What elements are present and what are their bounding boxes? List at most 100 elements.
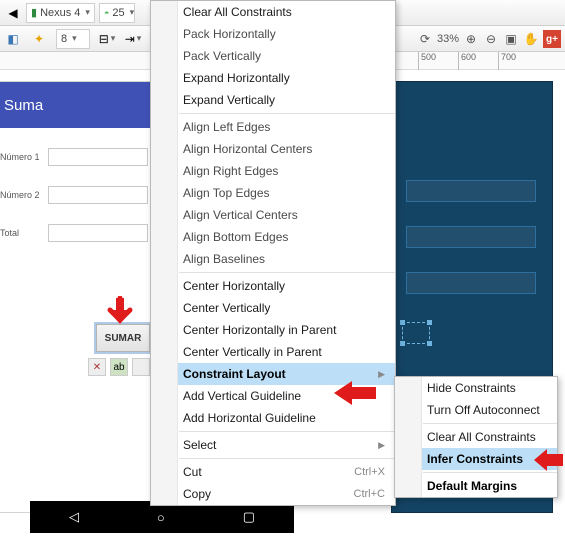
submenu-item[interactable]: ✦Infer Constraints	[395, 448, 557, 470]
menu-item[interactable]: ⇔ Center Horizontally in Parent	[151, 319, 395, 341]
menu-item-label: Add Vertical Guideline	[183, 389, 389, 403]
menu-item-icon: ⇔	[151, 319, 175, 341]
pan-icon[interactable]: ✋	[523, 31, 539, 47]
menu-item[interactable]: ⇥Pack Horizontally	[151, 23, 395, 45]
tool-baseline-icon[interactable]: ab	[110, 358, 128, 376]
infer-icon[interactable]: ✦	[30, 30, 48, 48]
label-numero1: Número 1	[0, 152, 44, 162]
bp-selected-button[interactable]	[402, 322, 430, 344]
form-row: Total	[0, 224, 148, 242]
menu-item-icon: ↕	[151, 89, 175, 111]
submenu-item-label: Turn Off Autoconnect	[427, 403, 551, 417]
refresh-icon[interactable]: ⟳	[417, 31, 433, 47]
menu-item-icon: ✂	[151, 461, 175, 483]
nav-recent-icon[interactable]: ▢	[243, 509, 255, 525]
menu-item-label: Center Horizontally in Parent	[183, 323, 389, 337]
menu-item-label: Align Vertical Centers	[183, 208, 389, 222]
menu-item-icon: ⊥	[151, 226, 175, 248]
menu-item-label: Align Horizontal Centers	[183, 142, 389, 156]
menu-item[interactable]: ⊐Align Right Edges	[151, 160, 395, 182]
menu-item-label: Expand Vertically	[183, 93, 389, 107]
api-label: 25	[112, 7, 124, 19]
back-icon[interactable]: ◀	[4, 4, 22, 22]
menu-item-label: Align Right Edges	[183, 164, 389, 178]
nav-back-icon[interactable]: ◁	[69, 509, 79, 525]
menu-item-label: Center Vertically	[183, 301, 389, 315]
input-numero2[interactable]	[48, 186, 148, 204]
align-dropdown-icon[interactable]: ⊟	[98, 30, 116, 48]
submenu-item[interactable]: 8Default Margins	[395, 475, 557, 497]
menu-item[interactable]: ✕Clear All Constraints	[151, 1, 395, 23]
context-menu: ✕Clear All Constraints⇥Pack Horizontally…	[150, 0, 396, 506]
menu-item-icon: ⇵	[151, 45, 175, 67]
submenu-item[interactable]: ✕Clear All Constraints	[395, 426, 557, 448]
menu-item-label: Center Vertically in Parent	[183, 345, 389, 359]
nav-home-icon[interactable]: ○	[157, 510, 165, 525]
ruler-tick: 600	[458, 52, 476, 70]
tool-chain-icon[interactable]	[132, 358, 150, 376]
menu-item-shortcut: Ctrl+X	[354, 466, 389, 478]
view-mode-icon[interactable]: ◧	[4, 30, 22, 48]
bp-field	[406, 180, 536, 202]
submenu-item[interactable]: 👁 Hide Constraints	[395, 377, 557, 399]
menu-item[interactable]: ↔ Expand Horizontally	[151, 67, 395, 89]
menu-item[interactable]: ⊏Align Left Edges	[151, 116, 395, 138]
menu-item[interactable]: ↕Center Vertically	[151, 297, 395, 319]
label-total: Total	[0, 228, 44, 238]
menu-item[interactable]: ↕ Expand Vertically	[151, 89, 395, 111]
phone-preview: Suma Número 1 Número 2 Total	[0, 82, 154, 512]
menu-item[interactable]: ↔Center Horizontally	[151, 275, 395, 297]
menu-item-label: Expand Horizontally	[183, 71, 389, 85]
submenu-item-label: Hide Constraints	[427, 381, 551, 395]
menu-item[interactable]: ⊥ Align Bottom Edges	[151, 226, 395, 248]
margin-selector[interactable]: 8	[56, 29, 90, 49]
menu-item-icon: ⇕	[151, 341, 175, 363]
input-total[interactable]	[48, 224, 148, 242]
submenu-item-icon: ⧲	[395, 399, 419, 421]
menu-item[interactable]: ┄Add Horizontal Guideline	[151, 407, 395, 429]
submenu-item[interactable]: ⧲ Turn Off Autoconnect	[395, 399, 557, 421]
menu-item-label: Clear All Constraints	[183, 5, 389, 19]
menu-item-icon: ↔	[151, 67, 175, 89]
menu-item[interactable]: ⇵ Pack Vertically	[151, 45, 395, 67]
menu-item[interactable]: ⊟Align Horizontal Centers	[151, 138, 395, 160]
menu-item-label: Align Bottom Edges	[183, 230, 389, 244]
menu-item-icon	[151, 434, 175, 456]
menu-item-label: Pack Vertically	[183, 49, 389, 63]
menu-item[interactable]: ⧉CopyCtrl+C	[151, 483, 395, 505]
menu-item[interactable]: ⊤Align Top Edges	[151, 182, 395, 204]
zoom-label: 33%	[437, 33, 459, 45]
zoom-in-icon[interactable]: ⊕	[463, 31, 479, 47]
device-selector[interactable]: ▮ Nexus 4	[26, 3, 95, 23]
input-numero1[interactable]	[48, 148, 148, 166]
form-row: Número 2	[0, 186, 148, 204]
menu-item[interactable]: ⇕ Center Vertically in Parent	[151, 341, 395, 363]
menu-item-label: Constraint Layout	[183, 367, 370, 381]
menu-item[interactable]: ╫Align Vertical Centers	[151, 204, 395, 226]
tool-delete-icon[interactable]: ✕	[88, 358, 106, 376]
sumar-label: SUMAR	[105, 333, 142, 344]
menu-item-shortcut: Ctrl+C	[354, 488, 389, 500]
form-row: Número 1	[0, 148, 148, 166]
menu-item[interactable]: ≣Align Baselines	[151, 248, 395, 270]
sumar-button[interactable]: SUMAR	[96, 324, 150, 352]
menu-item-icon: ⇥	[151, 23, 175, 45]
device-label: Nexus 4	[40, 7, 80, 19]
submenu-item-label: Infer Constraints	[427, 452, 551, 466]
pack-dropdown-icon[interactable]: ⇥	[124, 30, 142, 48]
submenu-item-icon: 👁	[395, 377, 419, 399]
menu-item[interactable]: ┊Add Vertical Guideline	[151, 385, 395, 407]
api-selector[interactable]: ◓ 25	[99, 3, 135, 23]
menu-item[interactable]: Constraint Layout▶	[151, 363, 395, 385]
menu-item-icon: ↔	[151, 275, 175, 297]
menu-item[interactable]: ✂CutCtrl+X	[151, 461, 395, 483]
menu-item-label: Align Top Edges	[183, 186, 389, 200]
zoom-out-icon[interactable]: ⊖	[483, 31, 499, 47]
google-plus-icon[interactable]: g+	[543, 30, 561, 48]
menu-item[interactable]: Select▶	[151, 434, 395, 456]
menu-item-label: Align Baselines	[183, 252, 389, 266]
app-bar: Suma	[0, 82, 154, 128]
submenu-arrow-icon: ▶	[378, 440, 389, 451]
menu-item-label: Align Left Edges	[183, 120, 389, 134]
fit-icon[interactable]: ▣	[503, 31, 519, 47]
